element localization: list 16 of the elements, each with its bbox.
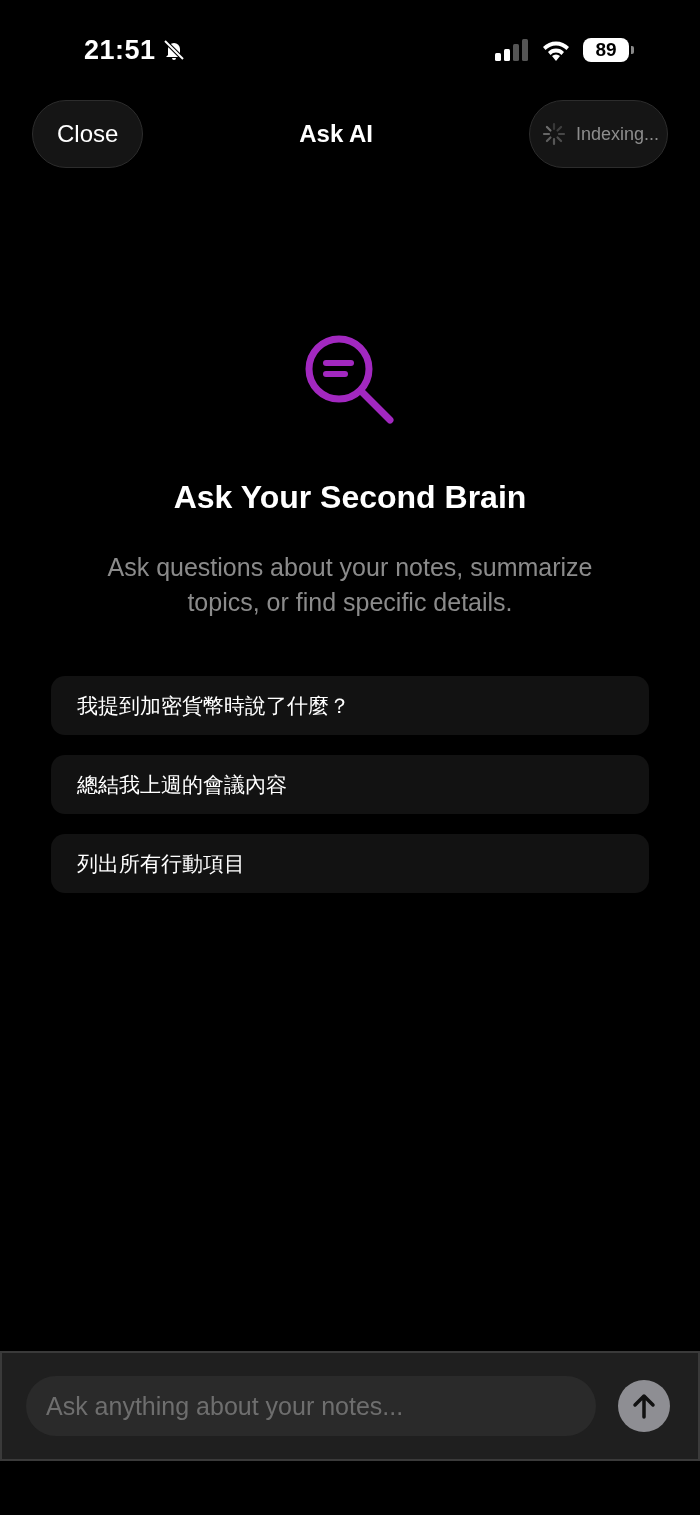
wifi-icon	[541, 39, 571, 61]
signal-icon	[495, 39, 529, 61]
arrow-up-icon	[630, 1392, 658, 1420]
empty-state-title: Ask Your Second Brain	[173, 479, 527, 516]
suggestion-chip[interactable]: 我提到加密貨幣時說了什麼？	[51, 676, 649, 735]
screen-title: Ask AI	[299, 120, 374, 148]
empty-state-subtitle: Ask questions about your notes, summarize topics, or find specific details.	[106, 552, 594, 618]
suggestion-chip[interactable]: 列出所有行動項目	[51, 834, 649, 893]
status-time: 21:51	[84, 34, 156, 66]
spinner-icon	[541, 122, 566, 146]
question-field[interactable]: Ask anything about your notes...	[26, 1376, 596, 1436]
search-icon	[303, 333, 397, 427]
suggestion-chip[interactable]: 總結我上週的會議內容	[51, 755, 649, 814]
close-button[interactable]: Close	[32, 100, 144, 168]
battery-level: 89	[583, 38, 629, 62]
indexing-button[interactable]: Indexing...	[528, 100, 668, 168]
